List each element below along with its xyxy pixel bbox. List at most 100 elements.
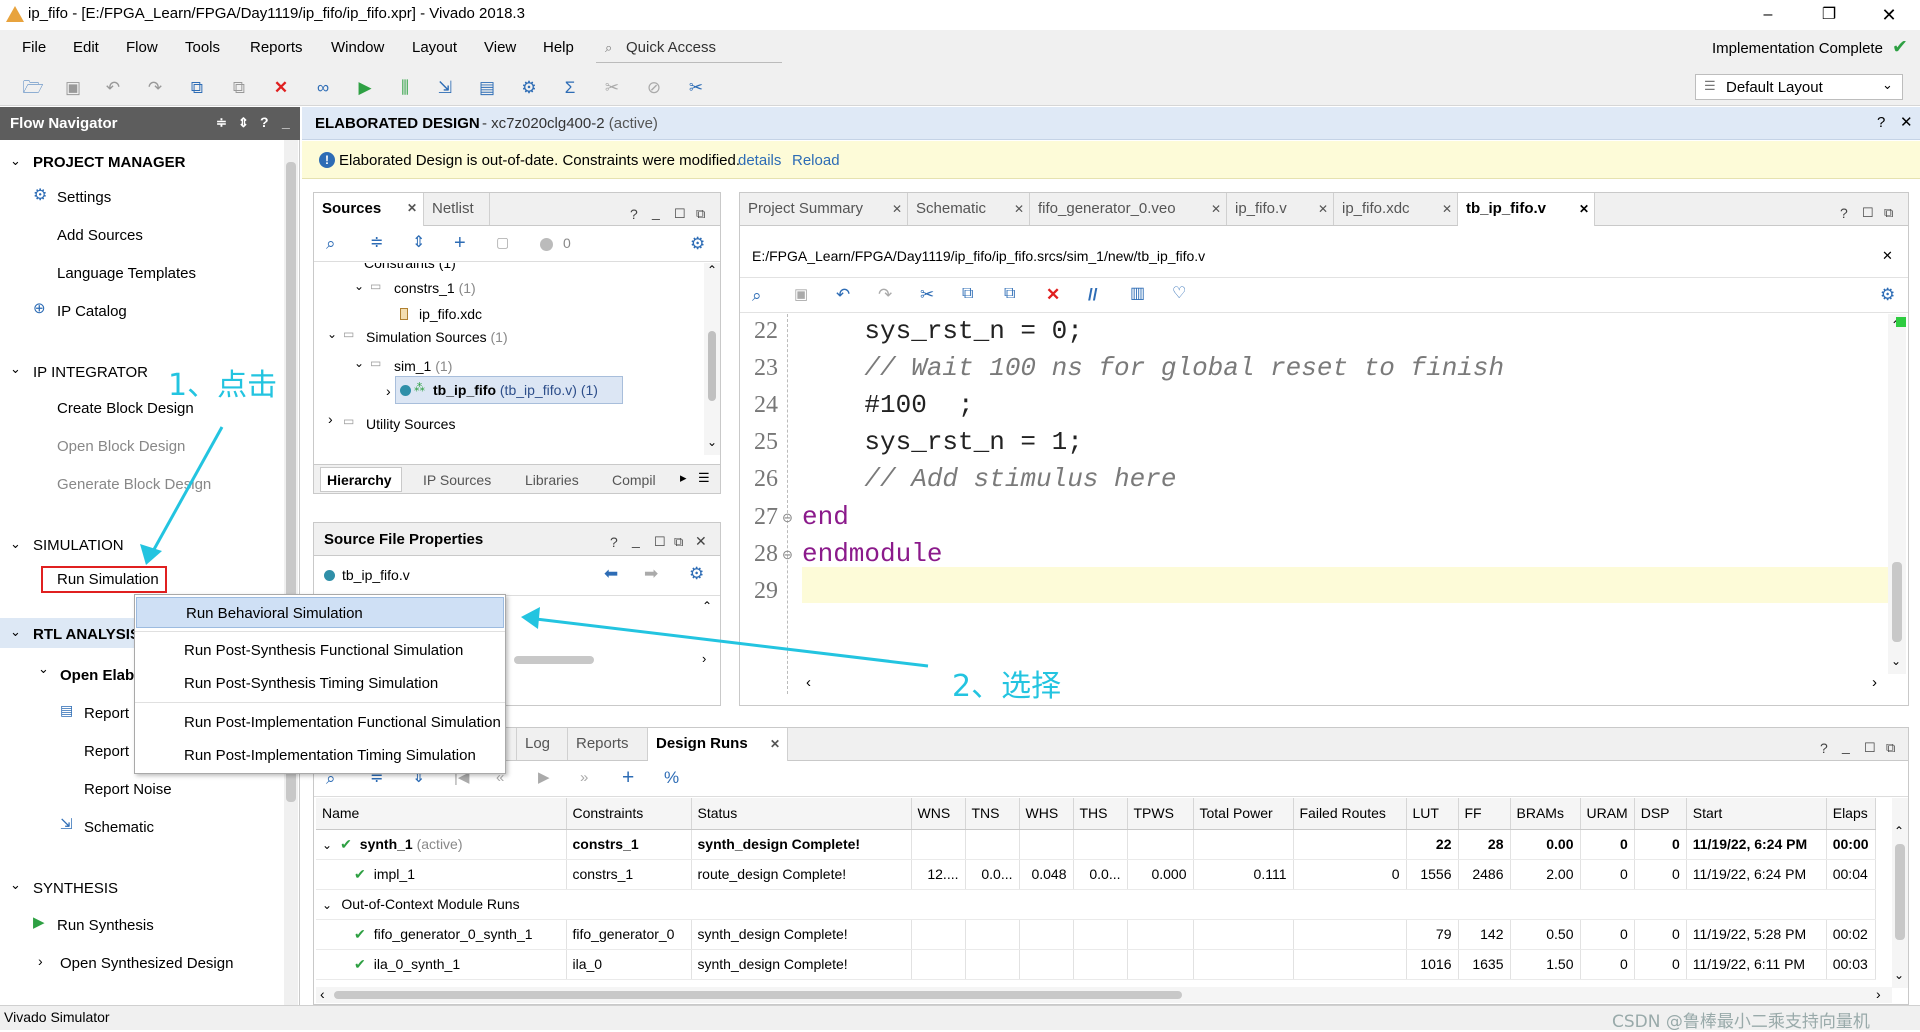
tree-utility-sources[interactable]: Utility Sources	[366, 416, 455, 432]
float-panel-icon[interactable]: ⧉	[1884, 206, 1893, 219]
menu-flow[interactable]: Flow	[126, 39, 158, 56]
nav-run-synthesis[interactable]: Run Synthesis	[57, 917, 154, 934]
float-panel-icon[interactable]: ⧉	[696, 207, 705, 220]
chevron-right-icon[interactable]: ›	[386, 383, 391, 399]
tab-ip-sources[interactable]: IP Sources	[423, 472, 491, 488]
chevron-down-icon[interactable]: ⌄	[322, 838, 332, 852]
col-uram[interactable]: URAM	[1580, 798, 1635, 830]
chevron-right-icon[interactable]: ›	[328, 411, 333, 427]
step-icon[interactable]: ⫼	[394, 76, 416, 98]
col-total-power[interactable]: Total Power	[1193, 798, 1294, 830]
binoculars-icon[interactable]: ∞	[312, 76, 334, 98]
section-rtl-analysis[interactable]: RTL ANALYSIS	[33, 626, 140, 643]
menu-run-behavioral-simulation[interactable]: Run Behavioral Simulation	[136, 597, 504, 628]
chevron-down-icon[interactable]: ⌄	[322, 898, 335, 912]
code-line[interactable]: endmodule	[802, 539, 942, 569]
minimize-panel-icon[interactable]: _	[282, 115, 290, 129]
code-line[interactable]: sys_rst_n = 1;	[802, 427, 1082, 457]
editor-vscroll[interactable]: ⌃ ⌄	[1888, 314, 1906, 674]
col-tpws[interactable]: TPWS	[1127, 798, 1194, 830]
table-group-row[interactable]: ⌄ Out-of-Context Module Runs	[316, 889, 1876, 920]
close-icon[interactable]: ✕	[1014, 203, 1024, 215]
close-icon[interactable]: ✕	[1318, 203, 1328, 215]
gear-icon[interactable]: ⚙	[1880, 286, 1895, 303]
delete-icon[interactable]: ✕	[1046, 286, 1060, 303]
paste-icon[interactable]: ⧉	[228, 76, 250, 98]
search-icon[interactable]: ⌕	[752, 287, 762, 304]
chevron-right-icon[interactable]: ›	[38, 953, 43, 969]
close-icon[interactable]: ✕	[1900, 115, 1913, 130]
close-icon[interactable]: ✕	[407, 202, 417, 214]
table-row[interactable]: ✔ ila_0_synth_1 ila_0 synth_design Complete…	[316, 949, 1876, 980]
close-icon[interactable]: ✕	[1579, 203, 1589, 215]
close-icon[interactable]: ✕	[1211, 203, 1221, 215]
col-start[interactable]: Start	[1686, 798, 1827, 830]
search-icon[interactable]: ⌕	[326, 235, 336, 252]
notice-reload-link[interactable]: Reload	[792, 152, 840, 169]
help-icon[interactable]: ?	[1840, 206, 1848, 220]
scroll-up-icon[interactable]: ⌃	[702, 599, 712, 613]
maximize-panel-icon[interactable]: ☐	[654, 535, 666, 548]
menu-post-impl-functional[interactable]: Run Post-Implementation Functional Simul…	[135, 707, 505, 738]
paste-icon[interactable]: ⧉	[1004, 286, 1015, 302]
code-line[interactable]: sys_rst_n = 0;	[802, 316, 1082, 346]
code-area[interactable]: 22 sys_rst_n = 0; 23 // Wait 100 ns for g…	[740, 314, 1908, 694]
copy-icon[interactable]: ⧉	[186, 76, 208, 98]
tab-netlist[interactable]: Netlist	[424, 193, 490, 225]
col-ths[interactable]: THS	[1073, 798, 1128, 830]
nav-add-sources[interactable]: Add Sources	[57, 227, 143, 244]
chevron-icon[interactable]: ⌄	[10, 153, 21, 169]
chevron-icon[interactable]: ⌄	[354, 279, 364, 293]
add-icon[interactable]: +	[454, 233, 466, 253]
table-row[interactable]: ✔ impl_1 constrs_1 route_design Complete! 12…	[316, 859, 1876, 890]
tab-project-summary[interactable]: Project Summary ✕	[740, 193, 908, 225]
chevron-right-icon[interactable]: ▸	[680, 471, 687, 484]
chevron-icon[interactable]: ⌄	[10, 877, 21, 893]
delete-icon[interactable]: ✕	[270, 76, 292, 98]
undo-icon[interactable]: ↶	[836, 286, 850, 303]
menu-layout[interactable]: Layout	[412, 39, 457, 56]
nav-report-1[interactable]: Report I	[84, 705, 137, 722]
tab-ip-fifo-v[interactable]: ip_fifo.v ✕	[1227, 193, 1334, 225]
report-icon[interactable]: ▤	[476, 76, 498, 98]
col-whs[interactable]: WHS	[1019, 798, 1074, 830]
chevron-icon[interactable]: ⌄	[327, 327, 337, 341]
tab-design-runs[interactable]: Design Runs ✕	[648, 728, 788, 761]
gear-icon[interactable]: ⚙	[689, 565, 704, 582]
layout-select[interactable]: ☰ Default Layout ⌄	[1695, 74, 1903, 100]
tab-hierarchy[interactable]: Hierarchy	[320, 467, 402, 492]
chevron-icon[interactable]: ⌄	[10, 536, 21, 552]
fold-icon[interactable]: ⊖	[782, 510, 793, 526]
copy-icon[interactable]: ⧉	[962, 286, 973, 302]
redo-icon[interactable]: ↷	[878, 286, 892, 303]
menu-tools[interactable]: Tools	[185, 39, 220, 56]
tab-libraries[interactable]: Libraries	[525, 472, 579, 488]
tab-tb-ip-fifo-v[interactable]: tb_ip_fifo.v ✕	[1458, 193, 1595, 226]
close-icon[interactable]: ✕	[770, 738, 780, 750]
col-name[interactable]: Name	[316, 798, 567, 830]
col-dsp[interactable]: DSP	[1634, 798, 1687, 830]
undo-icon[interactable]: ↶	[102, 76, 124, 98]
tree-constrs-1[interactable]: constrs_1 (1)	[394, 280, 476, 296]
close-icon[interactable]: ✕	[1882, 249, 1893, 262]
play-icon[interactable]: ▶	[538, 770, 550, 785]
chevron-icon[interactable]: ⌄	[10, 361, 21, 377]
close-icon[interactable]: ✕	[695, 534, 707, 548]
maximize-panel-icon[interactable]: ☐	[674, 207, 686, 220]
tab-schematic[interactable]: Schematic ✕	[908, 193, 1030, 225]
code-line[interactable]: // Add stimulus here	[802, 464, 1176, 494]
menu-post-synth-functional[interactable]: Run Post-Synthesis Functional Simulation	[135, 635, 505, 666]
col-brams[interactable]: BRAMs	[1510, 798, 1581, 830]
sigma-icon[interactable]: Σ	[559, 76, 581, 98]
maximize-panel-icon[interactable]: ☐	[1864, 741, 1876, 754]
maximize-panel-icon[interactable]: ☐	[1862, 206, 1874, 219]
table-row[interactable]: ✔ fifo_generator_0_synth_1 fifo_generator_…	[316, 919, 1876, 950]
menu-post-impl-timing[interactable]: Run Post-Implementation Timing Simulatio…	[135, 740, 505, 771]
nav-settings[interactable]: Settings	[57, 189, 111, 206]
help-icon[interactable]: ?	[260, 115, 269, 129]
tab-sources[interactable]: Sources ✕	[314, 193, 424, 226]
table-row[interactable]: ⌄ ✔ synth_1 (active) constrs_1 synth_design …	[316, 829, 1876, 860]
comment-icon[interactable]: //	[1088, 286, 1097, 303]
file-icon[interactable]: ▢	[496, 235, 509, 249]
float-panel-icon[interactable]: ⧉	[674, 535, 683, 548]
